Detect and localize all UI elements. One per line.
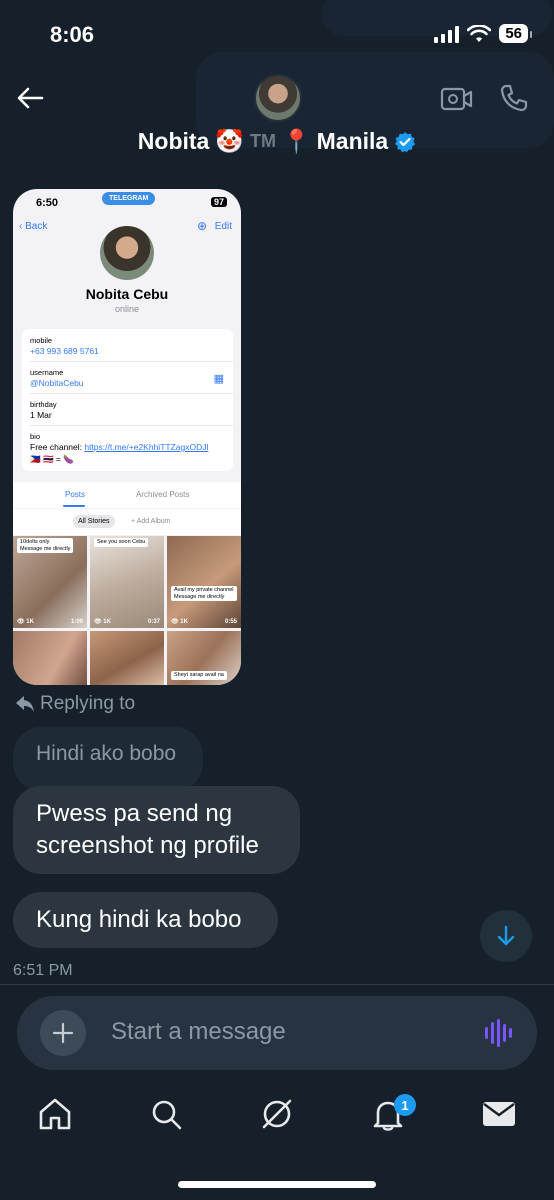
plus-icon bbox=[52, 1022, 74, 1044]
status-bar: 8:06 56 bbox=[0, 0, 554, 70]
reply-arrow-icon bbox=[16, 696, 34, 712]
clown-emoji: 🤡 bbox=[215, 128, 244, 154]
contact-location: Manila bbox=[316, 128, 389, 154]
tg-back-button: ‹ Back bbox=[19, 221, 48, 232]
phone-call-icon[interactable] bbox=[498, 82, 530, 114]
tg-mobile-value: +63 993 689 5761 bbox=[30, 346, 99, 356]
tg-thumb-duration: 0:37 bbox=[147, 619, 160, 625]
tg-birthday-label: birthday bbox=[30, 400, 57, 409]
tg-thumb-views-value: 1K bbox=[26, 619, 34, 625]
tg-thumbnail bbox=[90, 631, 164, 685]
tg-add-album: + Add Album bbox=[131, 518, 171, 525]
contact-avatar[interactable] bbox=[254, 74, 302, 122]
tg-info-card: mobile +63 993 689 5761 username @Nobita… bbox=[22, 329, 233, 471]
contact-name: Nobita bbox=[137, 128, 210, 154]
tg-thumb-views: 👁 1K bbox=[171, 619, 188, 625]
add-media-button[interactable] bbox=[40, 1010, 86, 1056]
signal-icon bbox=[434, 25, 460, 43]
grok-icon[interactable] bbox=[259, 1096, 295, 1132]
tg-add-icon: ⊕ bbox=[196, 219, 207, 233]
tg-separator bbox=[30, 393, 233, 394]
tg-bio-prefix: Free channel: bbox=[30, 442, 82, 452]
messages-mail-icon[interactable] bbox=[481, 1096, 517, 1132]
wifi-icon bbox=[467, 24, 492, 42]
message-bubble[interactable]: Kung hindi ka bobo bbox=[13, 892, 278, 948]
tg-thumbnail: 10dolts only Message me directly 👁 1K 1:… bbox=[13, 536, 87, 628]
tg-thumbnail: Avail my private channel Message me dire… bbox=[167, 536, 241, 628]
tg-bio-link: https://t.me/+e2KhhiTTZagxODJl bbox=[84, 442, 209, 452]
tg-status-bar: 6:50 TELEGRAM 97 bbox=[13, 189, 241, 213]
tg-time: 6:50 bbox=[36, 197, 59, 209]
qr-code-icon: ▦ bbox=[213, 373, 224, 385]
tg-thumb-duration: 0:55 bbox=[224, 619, 237, 625]
tg-tab-posts: Posts bbox=[65, 490, 86, 499]
tg-thumbnail bbox=[13, 631, 87, 685]
status-time: 8:06 bbox=[50, 22, 95, 47]
tg-stories-row: All Stories + Add Album bbox=[13, 509, 241, 535]
verified-badge-icon bbox=[395, 131, 416, 152]
tg-thumb-caption: See you soon Cebu bbox=[94, 538, 149, 547]
tg-profile-status: online bbox=[114, 304, 140, 314]
tg-thumb-caption: 10dolts only Message me directly bbox=[17, 538, 74, 554]
tg-birthday-value: 1 Mar bbox=[30, 410, 52, 420]
tg-username-value: @NobitaCebu bbox=[30, 378, 84, 388]
home-icon[interactable] bbox=[37, 1096, 73, 1132]
tg-profile-avatar bbox=[100, 226, 154, 280]
tg-thumbnail: Sheyt sarap avail na bbox=[167, 631, 241, 685]
tg-thumb-duration: 1:00 bbox=[70, 619, 83, 625]
tg-thumb-views-value: 1K bbox=[180, 619, 188, 625]
replying-to-label: Replying to bbox=[14, 693, 135, 715]
message-input[interactable] bbox=[111, 1018, 441, 1046]
tg-thumb-caption: Sheyt sarap avail na bbox=[171, 671, 227, 680]
tg-battery: 97 bbox=[210, 197, 227, 207]
message-bubble[interactable]: Pwess pa send ng screenshot ng profile bbox=[13, 786, 300, 874]
tg-media-grid: 10dolts only Message me directly 👁 1K 1:… bbox=[13, 536, 241, 685]
tg-thumb-views: 👁 1K bbox=[17, 619, 34, 625]
tg-profile-name: Nobita Cebu bbox=[85, 286, 169, 302]
tg-username-label: username bbox=[30, 368, 64, 377]
trademark-text: TM bbox=[249, 131, 276, 151]
battery-indicator: 56 bbox=[499, 24, 532, 43]
message-composer bbox=[17, 996, 537, 1070]
tg-tabs: Posts Archived Posts bbox=[13, 482, 241, 508]
voice-message-icon[interactable] bbox=[483, 1018, 513, 1048]
status-icons: 56 bbox=[434, 24, 532, 43]
conversation-header: Nobita 🤡 TM 📍 Manila bbox=[0, 70, 554, 180]
bottom-navigation bbox=[0, 1088, 554, 1148]
tg-edit-button: Edit bbox=[214, 221, 232, 232]
tg-separator bbox=[30, 425, 233, 426]
composer-divider bbox=[0, 984, 554, 985]
home-indicator bbox=[178, 1181, 376, 1188]
scroll-to-bottom-button[interactable] bbox=[480, 910, 532, 962]
tg-app-pill: TELEGRAM bbox=[102, 192, 156, 205]
tg-thumbnail: See you soon Cebu 👁 1K 0:37 bbox=[90, 536, 164, 628]
tg-bio-emojis: 🇵🇭 🇹🇭 = 🍆 bbox=[30, 454, 74, 464]
back-arrow-icon[interactable] bbox=[14, 82, 46, 114]
conversation-title[interactable]: Nobita 🤡 TM 📍 Manila bbox=[0, 128, 554, 155]
shared-screenshot-image[interactable]: 6:50 TELEGRAM 97 ‹ Back ⊕ Edit Nobita Ce… bbox=[13, 189, 241, 685]
tg-bio-label: bio bbox=[30, 432, 41, 441]
video-call-icon[interactable] bbox=[440, 84, 474, 114]
pin-emoji: 📍 bbox=[281, 128, 311, 154]
tg-bio-value: Free channel: https://t.me/+e2KhhiTTZagx… bbox=[30, 442, 208, 452]
tg-separator bbox=[30, 361, 233, 362]
tg-tab-underline bbox=[63, 505, 85, 507]
notification-count-badge: 1 bbox=[394, 1094, 416, 1116]
tg-all-stories-chip: All Stories bbox=[73, 515, 115, 528]
search-icon[interactable] bbox=[148, 1096, 184, 1132]
message-timestamp: 6:51 PM bbox=[13, 962, 73, 979]
tg-thumb-views: 👁 1K bbox=[94, 619, 111, 625]
tg-back-label: Back bbox=[25, 221, 48, 232]
tg-thumb-caption: Avail my private channel Message me dire… bbox=[171, 586, 237, 602]
arrow-down-icon bbox=[497, 925, 515, 946]
tg-mobile-label: mobile bbox=[30, 336, 53, 345]
tg-thumb-views-value: 1K bbox=[103, 619, 111, 625]
quoted-message[interactable]: Hindi ako bobo bbox=[13, 727, 203, 791]
tg-tab-archived: Archived Posts bbox=[136, 490, 190, 499]
replying-to-text: Replying to bbox=[40, 693, 136, 714]
